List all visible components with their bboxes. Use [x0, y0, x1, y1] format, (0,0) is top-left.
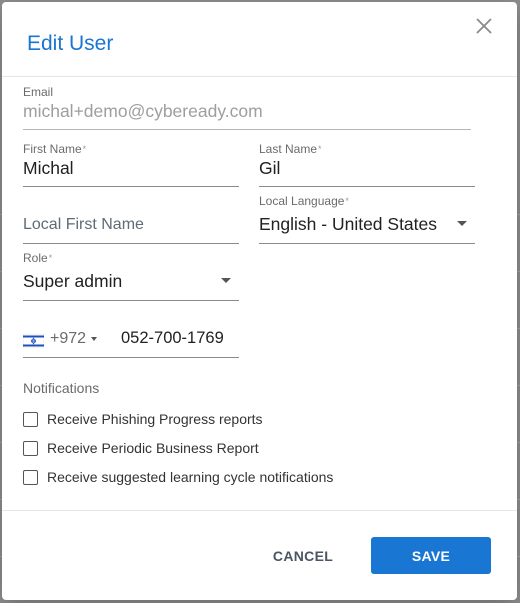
checkbox-label[interactable]: Receive Periodic Business Report: [47, 440, 259, 456]
first-name-field[interactable]: First Name* Michal: [23, 142, 239, 187]
header-divider: [2, 76, 517, 77]
local-first-name-underline: [23, 243, 239, 244]
last-name-value[interactable]: Gil: [259, 156, 475, 180]
local-first-name-label-spacer: [23, 199, 239, 213]
first-name-label-wrap: First Name*: [23, 142, 239, 156]
required-mark: *: [345, 196, 349, 206]
role-label: Role: [23, 251, 48, 265]
email-value: michal+demo@cybeready.com: [23, 101, 263, 121]
chevron-down-icon[interactable]: [91, 337, 97, 341]
local-language-value: English - United States: [259, 214, 438, 234]
checkbox[interactable]: [23, 470, 38, 485]
checkbox-label[interactable]: Receive suggested learning cycle notific…: [47, 469, 333, 485]
edit-user-dialog: Edit User Email michal+demo@cybeready.co…: [2, 2, 517, 600]
checkbox[interactable]: [23, 412, 38, 427]
last-name-field[interactable]: Last Name* Gil: [259, 142, 475, 187]
role-value: Super admin: [23, 271, 123, 291]
last-name-underline: [259, 186, 475, 187]
email-label: Email: [23, 85, 54, 99]
checkbox-label[interactable]: Receive Phishing Progress reports: [47, 411, 263, 427]
local-language-label-wrap: Local Language*: [259, 194, 475, 208]
role-select[interactable]: Role* Super admin: [23, 251, 239, 301]
chevron-down-icon: [221, 278, 231, 283]
checkbox[interactable]: [23, 441, 38, 456]
phone-underline: [23, 357, 239, 358]
first-name-label: First Name: [23, 142, 82, 156]
phone-number-input[interactable]: 052-700-1769: [121, 329, 224, 348]
dialog-title: Edit User: [27, 32, 114, 55]
notifications-label: Notifications: [23, 380, 100, 396]
chevron-down-icon: [457, 221, 467, 226]
cancel-button[interactable]: CANCEL: [260, 538, 346, 574]
role-underline: [23, 300, 239, 301]
close-icon[interactable]: [473, 15, 495, 37]
local-language-label: Local Language: [259, 194, 345, 208]
save-button[interactable]: SAVE: [371, 537, 491, 574]
required-mark: *: [82, 144, 87, 154]
footer-divider: [2, 510, 517, 511]
email-underline: [23, 129, 471, 130]
israel-flag-icon[interactable]: [22, 333, 45, 349]
last-name-label: Last Name: [259, 142, 318, 156]
local-language-underline: [259, 243, 475, 244]
required-mark: *: [48, 253, 53, 263]
role-label-wrap: Role*: [23, 251, 239, 265]
local-first-name-input[interactable]: Local First Name: [23, 213, 239, 237]
required-mark: *: [318, 144, 322, 154]
last-name-label-wrap: Last Name*: [259, 142, 475, 156]
local-first-name-field[interactable]: Local First Name: [23, 199, 239, 244]
first-name-underline: [23, 186, 239, 187]
email-field: Email michal+demo@cybeready.com: [23, 85, 471, 130]
country-code[interactable]: +972: [50, 330, 86, 348]
local-language-select[interactable]: Local Language* English - United States: [259, 194, 475, 244]
first-name-value[interactable]: Michal: [23, 156, 239, 180]
